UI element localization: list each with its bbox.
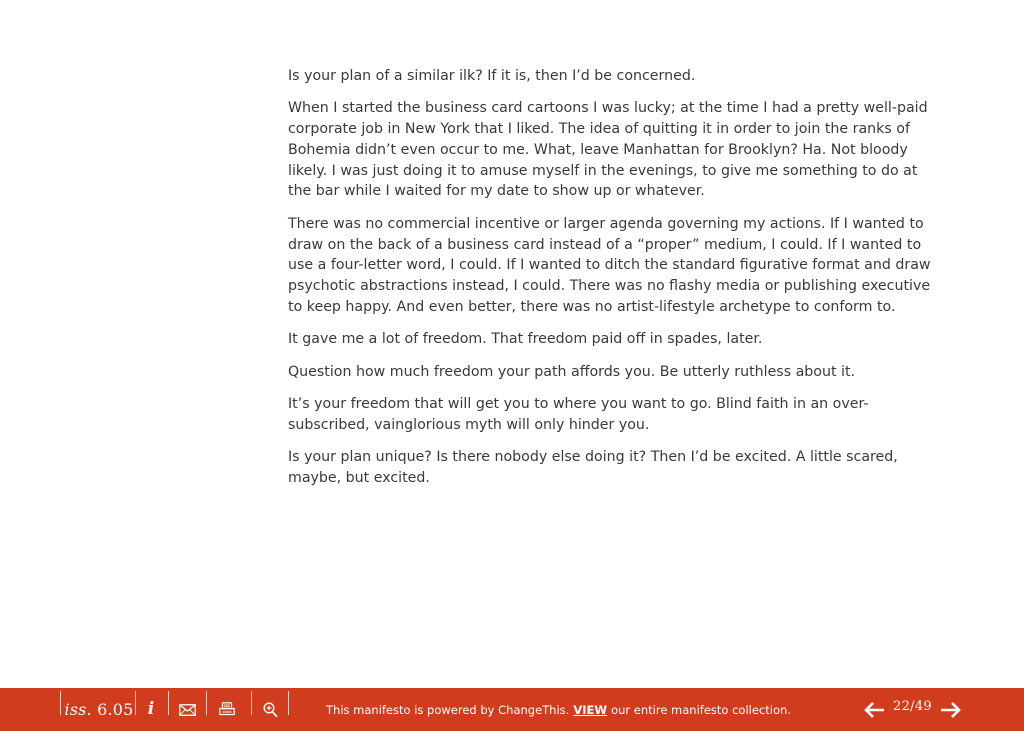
- view-collection-link[interactable]: VIEW: [573, 703, 607, 717]
- arrow-right-icon: [941, 701, 961, 718]
- info-icon: i: [147, 699, 155, 719]
- issue-number-value: 6.05: [97, 699, 134, 719]
- arrow-left-icon: [864, 701, 884, 718]
- page-indicator: 22/49: [893, 698, 932, 714]
- envelope-icon: [178, 703, 196, 716]
- zoom-button[interactable]: [254, 688, 286, 731]
- tagline-text: This manifesto is powered by ChangeThis.: [326, 702, 570, 717]
- email-button[interactable]: [170, 688, 204, 731]
- magnifier-icon: [262, 701, 278, 717]
- issue-prefix: iss.: [64, 699, 92, 719]
- issue-number: iss. 6.05: [64, 688, 134, 731]
- tagline-text: our entire manifesto collection.: [611, 702, 791, 717]
- toolbar-divider: [251, 691, 252, 715]
- paragraph: It gave me a lot of freedom. That freedo…: [288, 331, 763, 348]
- paragraph: Is your plan unique? Is there nobody els…: [288, 448, 898, 486]
- paragraph: There was no commercial incentive or lar…: [288, 215, 931, 315]
- toolbar-divider: [60, 691, 61, 715]
- paragraph: When I started the business card cartoon…: [288, 100, 928, 200]
- print-button[interactable]: [209, 688, 245, 731]
- powered-by-tagline: This manifesto is powered by ChangeThis.…: [326, 688, 791, 731]
- paragraph: It’s your freedom that will get you to w…: [288, 395, 869, 433]
- article-body: Is your plan of a similar ilk? If it is,…: [288, 66, 933, 500]
- paragraph: Is your plan of a similar ilk? If it is,…: [288, 68, 696, 84]
- footer-toolbar: iss. 6.05 i This manifesto is powered by…: [0, 688, 1024, 731]
- paragraph: Question how much freedom your path affo…: [288, 363, 856, 380]
- toolbar-divider: [206, 691, 207, 715]
- previous-page-button[interactable]: [863, 688, 885, 731]
- toolbar-divider: [288, 691, 289, 715]
- toolbar-divider: [168, 691, 169, 715]
- toolbar-divider: [135, 691, 136, 715]
- next-page-button[interactable]: [940, 688, 962, 731]
- printer-icon: [219, 702, 235, 716]
- manifesto-page: Is your plan of a similar ilk? If it is,…: [0, 0, 1024, 731]
- info-button[interactable]: i: [137, 688, 165, 731]
